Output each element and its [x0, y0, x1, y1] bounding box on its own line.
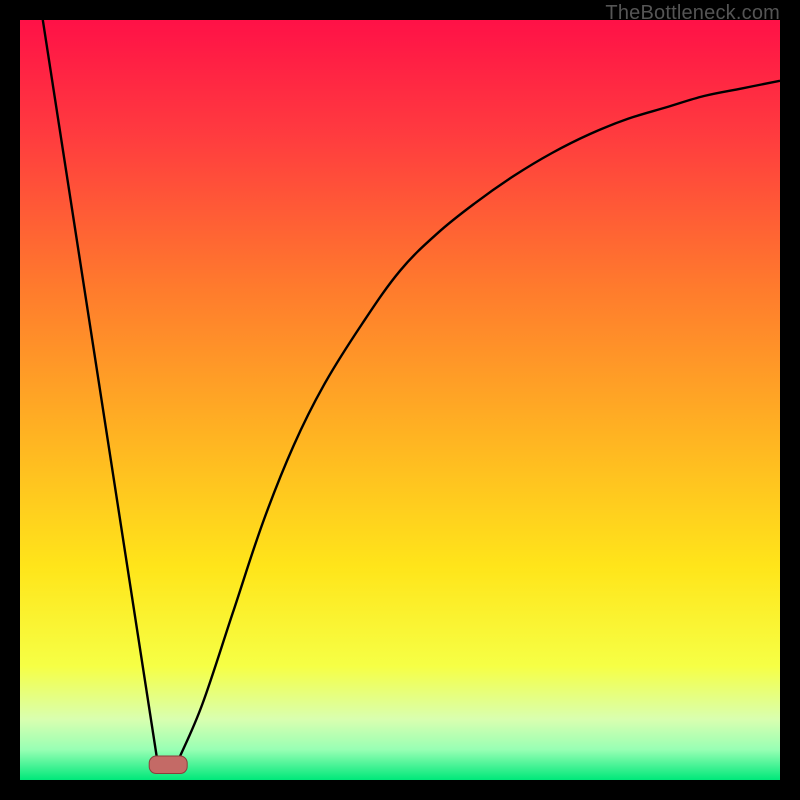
plot-svg: [20, 20, 780, 780]
chart-frame: TheBottleneck.com: [0, 0, 800, 800]
gradient-background: [20, 20, 780, 780]
plot-area: [20, 20, 780, 780]
minimum-marker: [149, 756, 187, 773]
